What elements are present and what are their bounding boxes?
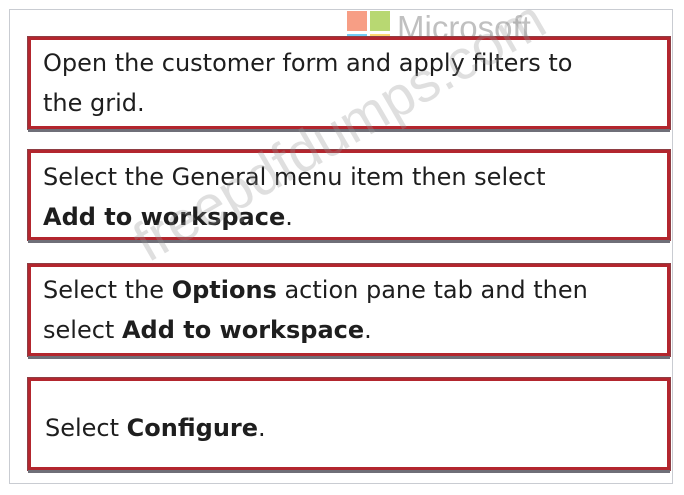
step-card-4[interactable]: Select Configure. [28, 378, 670, 470]
step-4-bold: Configure [126, 414, 259, 442]
logo-red-square [347, 11, 367, 31]
step-4-pre: Select [45, 414, 127, 442]
step-3-bold-add: Add to workspace [121, 316, 365, 344]
step-4-line: Select Configure. [45, 408, 653, 448]
step-card-3[interactable]: Select the Options action pane tab and t… [28, 264, 670, 356]
logo-green-square [370, 11, 390, 31]
step-1-line-2: the grid. [43, 89, 145, 117]
step-3-post: action pane tab and then [276, 276, 588, 304]
step-card-1[interactable]: Open the customer form and apply filters… [28, 37, 670, 129]
step-3-line-1: Select the Options action pane tab and t… [43, 270, 653, 310]
step-2-end: . [285, 203, 293, 231]
step-3-pre-2: select [43, 316, 122, 344]
step-3-bold-options: Options [171, 276, 277, 304]
step-2-line-1: Select the General menu item then select [43, 163, 546, 191]
step-3-end: . [364, 316, 372, 344]
step-3-line-2: select Add to workspace. [43, 310, 653, 350]
step-2-line-2: Add to workspace. [43, 197, 653, 237]
step-1-line-1: Open the customer form and apply filters… [43, 49, 573, 77]
step-2-bold: Add to workspace [43, 203, 286, 231]
step-4-end: . [258, 414, 266, 442]
step-card-2[interactable]: Select the General menu item then select… [28, 150, 670, 240]
step-3-pre: Select the [43, 276, 172, 304]
